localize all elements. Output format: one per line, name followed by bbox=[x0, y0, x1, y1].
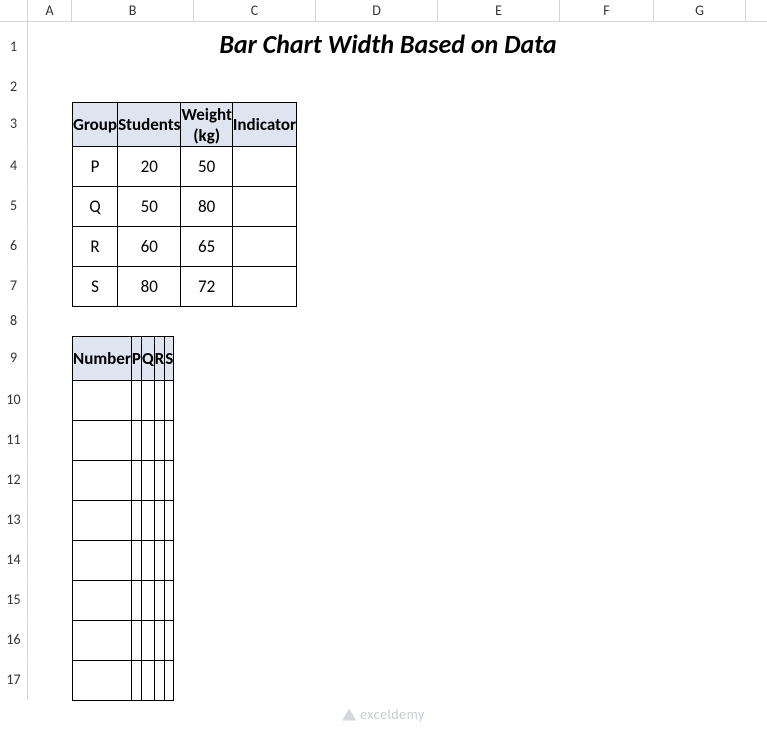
row-header-9[interactable]: 9 bbox=[0, 336, 28, 380]
t1-cell[interactable]: 20 bbox=[118, 147, 181, 187]
col-header-F[interactable]: F bbox=[560, 0, 654, 21]
t2-cell[interactable] bbox=[131, 581, 141, 621]
t2-cell[interactable] bbox=[141, 541, 154, 581]
row-header-8[interactable]: 8 bbox=[0, 306, 28, 336]
row-header-1[interactable]: 1 bbox=[0, 22, 28, 72]
t2-cell[interactable] bbox=[73, 501, 132, 541]
row-header-10[interactable]: 10 bbox=[0, 380, 28, 420]
row-header-17[interactable]: 17 bbox=[0, 660, 28, 700]
t1-header[interactable]: Group bbox=[73, 103, 118, 147]
col-header-B[interactable]: B bbox=[72, 0, 194, 21]
t2-cell[interactable] bbox=[154, 381, 165, 421]
t2-cell[interactable] bbox=[165, 501, 174, 541]
t2-cell[interactable] bbox=[165, 581, 174, 621]
t1-header[interactable]: Students bbox=[118, 103, 181, 147]
t2-cell[interactable] bbox=[73, 541, 132, 581]
row-headers: 1234567891011121314151617 bbox=[0, 22, 28, 700]
t2-cell[interactable] bbox=[165, 381, 174, 421]
col-header-G[interactable]: G bbox=[654, 0, 746, 21]
t2-cell[interactable] bbox=[73, 621, 132, 661]
t2-cell[interactable] bbox=[154, 541, 165, 581]
page-title: Bar Chart Width Based on Data bbox=[38, 28, 738, 60]
t2-cell[interactable] bbox=[154, 501, 165, 541]
t1-cell[interactable]: 50 bbox=[181, 147, 232, 187]
t2-cell[interactable] bbox=[154, 461, 165, 501]
t2-cell[interactable] bbox=[141, 461, 154, 501]
t2-cell[interactable] bbox=[141, 381, 154, 421]
watermark-text: exceldemy bbox=[360, 706, 425, 723]
t1-cell[interactable] bbox=[232, 147, 296, 187]
t2-cell[interactable] bbox=[141, 421, 154, 461]
col-header-E[interactable]: E bbox=[438, 0, 560, 21]
t2-cell[interactable] bbox=[154, 581, 165, 621]
t1-cell[interactable] bbox=[232, 227, 296, 267]
t2-cell[interactable] bbox=[73, 461, 132, 501]
watermark: exceldemy bbox=[342, 706, 425, 723]
t2-cell[interactable] bbox=[73, 421, 132, 461]
t2-header[interactable]: P bbox=[131, 337, 141, 381]
row-header-14[interactable]: 14 bbox=[0, 540, 28, 580]
t2-cell[interactable] bbox=[154, 621, 165, 661]
data-table-2: NumberPQRS bbox=[72, 336, 174, 701]
t1-cell[interactable]: 72 bbox=[181, 267, 232, 307]
t2-cell[interactable] bbox=[131, 421, 141, 461]
t1-cell[interactable]: S bbox=[73, 267, 118, 307]
t2-cell[interactable] bbox=[141, 621, 154, 661]
t1-cell[interactable]: R bbox=[73, 227, 118, 267]
t1-cell[interactable]: 65 bbox=[181, 227, 232, 267]
t2-header[interactable]: S bbox=[165, 337, 174, 381]
t2-header[interactable]: Number bbox=[73, 337, 132, 381]
t2-cell[interactable] bbox=[154, 661, 165, 701]
t2-cell[interactable] bbox=[131, 541, 141, 581]
t2-cell[interactable] bbox=[141, 501, 154, 541]
t2-cell[interactable] bbox=[165, 541, 174, 581]
t2-header[interactable]: Q bbox=[141, 337, 154, 381]
t2-header[interactable]: R bbox=[154, 337, 165, 381]
row-header-16[interactable]: 16 bbox=[0, 620, 28, 660]
spreadsheet: A B C D E F G 1234567891011121314151617 … bbox=[0, 0, 767, 749]
t1-cell[interactable] bbox=[232, 267, 296, 307]
row-header-7[interactable]: 7 bbox=[0, 266, 28, 306]
col-header-C[interactable]: C bbox=[194, 0, 316, 21]
t1-header[interactable]: Indicator bbox=[232, 103, 296, 147]
t2-cell[interactable] bbox=[73, 661, 132, 701]
t2-cell[interactable] bbox=[165, 421, 174, 461]
watermark-icon bbox=[342, 709, 356, 721]
t1-header[interactable]: Weight (kg) bbox=[181, 103, 232, 147]
t2-cell[interactable] bbox=[141, 661, 154, 701]
row-header-3[interactable]: 3 bbox=[0, 102, 28, 146]
t2-cell[interactable] bbox=[131, 661, 141, 701]
t2-cell[interactable] bbox=[141, 581, 154, 621]
t1-cell[interactable]: 80 bbox=[181, 187, 232, 227]
t1-cell[interactable]: P bbox=[73, 147, 118, 187]
t2-cell[interactable] bbox=[131, 501, 141, 541]
col-header-A[interactable]: A bbox=[28, 0, 72, 21]
t1-cell[interactable]: 50 bbox=[118, 187, 181, 227]
t1-cell[interactable]: Q bbox=[73, 187, 118, 227]
row-header-6[interactable]: 6 bbox=[0, 226, 28, 266]
select-all-corner[interactable] bbox=[0, 0, 28, 21]
t1-cell[interactable]: 80 bbox=[118, 267, 181, 307]
t2-cell[interactable] bbox=[73, 581, 132, 621]
t2-cell[interactable] bbox=[131, 621, 141, 661]
t2-cell[interactable] bbox=[73, 381, 132, 421]
row-header-15[interactable]: 15 bbox=[0, 580, 28, 620]
row-header-13[interactable]: 13 bbox=[0, 500, 28, 540]
t2-cell[interactable] bbox=[165, 461, 174, 501]
t2-cell[interactable] bbox=[165, 661, 174, 701]
data-table-1: GroupStudentsWeight (kg)IndicatorP2050Q5… bbox=[72, 102, 297, 307]
t2-cell[interactable] bbox=[165, 621, 174, 661]
col-header-D[interactable]: D bbox=[316, 0, 438, 21]
t2-cell[interactable] bbox=[131, 461, 141, 501]
row-header-2[interactable]: 2 bbox=[0, 72, 28, 102]
column-headers: A B C D E F G bbox=[0, 0, 767, 22]
row-header-5[interactable]: 5 bbox=[0, 186, 28, 226]
t1-cell[interactable]: 60 bbox=[118, 227, 181, 267]
t1-cell[interactable] bbox=[232, 187, 296, 227]
row-header-12[interactable]: 12 bbox=[0, 460, 28, 500]
t2-cell[interactable] bbox=[131, 381, 141, 421]
row-header-4[interactable]: 4 bbox=[0, 146, 28, 186]
t2-cell[interactable] bbox=[154, 421, 165, 461]
row-header-11[interactable]: 11 bbox=[0, 420, 28, 460]
